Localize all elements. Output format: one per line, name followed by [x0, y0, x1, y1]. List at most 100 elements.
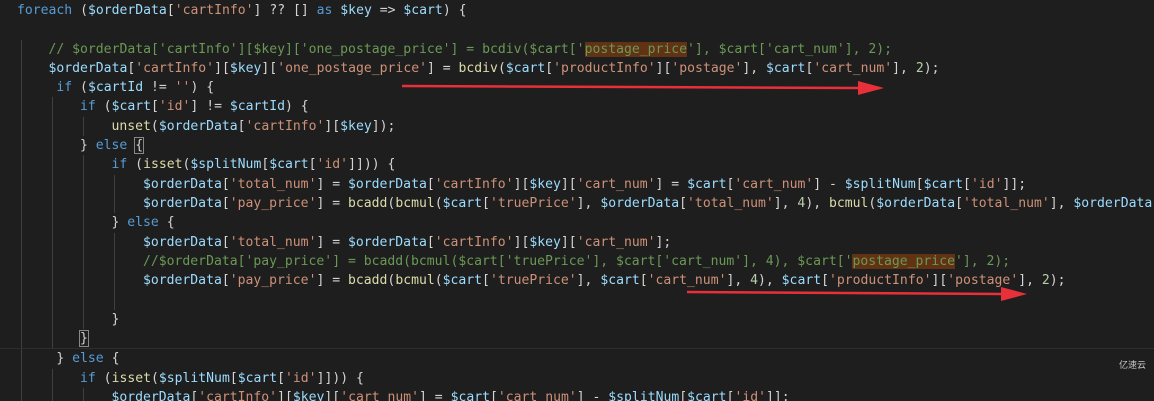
code-token: ] =: [426, 60, 459, 76]
code-token: as: [316, 3, 333, 18]
code-token: ]];: [1002, 176, 1027, 192]
code-token: (: [72, 3, 88, 18]
code-token: $splitNum: [190, 157, 262, 173]
code-token: }: [80, 138, 96, 154]
indent-guide: [83, 213, 84, 233]
indent-guide: [114, 290, 115, 310]
code-token: $splitNum: [608, 389, 680, 401]
code-token: {: [103, 351, 120, 367]
code-line[interactable]: [0, 290, 1154, 310]
code-token: }: [111, 311, 120, 327]
code-token: postage_price: [852, 253, 955, 269]
code-line[interactable]: $orderData['pay_price'] = bcadd(bcmul($c…: [0, 193, 1154, 214]
code-token: 'id': [734, 389, 766, 401]
code-token: [: [426, 176, 435, 192]
code-line[interactable]: } else {: [0, 349, 1154, 369]
indent-guide: [21, 271, 22, 291]
code-line[interactable]: $orderData['pay_price'] = bcadd(bcmul($c…: [0, 271, 1154, 291]
indent-guide: [114, 193, 115, 214]
code-token: 2: [915, 60, 924, 76]
code-token: ][: [655, 60, 672, 76]
code-token: [: [221, 234, 230, 250]
code-token: foreach: [17, 3, 73, 18]
code-token: [: [237, 118, 246, 134]
code-token: [: [221, 176, 230, 192]
code-text: if (isset($splitNum[$cart['id']])) {: [80, 371, 364, 386]
code-token: 'postage': [947, 273, 1019, 289]
code-token: unset: [111, 118, 151, 134]
code-token: ] =: [316, 195, 348, 211]
code-token: ][: [324, 389, 341, 401]
code-token: ][: [261, 60, 278, 76]
code-token: [: [545, 60, 554, 76]
code-line[interactable]: if (isset($splitNum[$cart['id']])) {: [0, 155, 1154, 175]
code-line[interactable]: //$orderData['pay_price'] = bcadd(bcmul(…: [0, 251, 1154, 272]
code-token: ][: [513, 234, 530, 250]
code-text: unset($orderData['cartInfo'][$key]);: [112, 119, 396, 134]
code-token: $key: [292, 389, 325, 401]
indent-guide: [21, 368, 22, 388]
code-token: $splitNum: [844, 176, 916, 192]
code-token: $cartId: [229, 99, 286, 115]
code-line[interactable]: unset($orderData['cartInfo'][$key]);: [0, 116, 1154, 137]
indent-guide: [52, 97, 53, 117]
code-text: } else {: [80, 137, 145, 155]
code-token: ] =: [316, 176, 348, 192]
indent-guide: [21, 387, 22, 401]
code-token: $key: [529, 234, 561, 250]
code-line[interactable]: if (isset($splitNum[$cart['id']])) {: [0, 368, 1154, 388]
code-token: [: [963, 176, 971, 192]
code-line[interactable]: $orderData['total_num'] = $orderData['ca…: [0, 232, 1154, 252]
code-line[interactable]: }: [0, 329, 1154, 350]
indent-guide: [114, 271, 115, 291]
code-line[interactable]: } else {: [0, 136, 1154, 156]
code-token: bcmul: [395, 273, 435, 289]
code-text: if (isset($splitNum[$cart['id']])) {: [112, 157, 396, 172]
code-token: $orderData: [348, 176, 427, 192]
code-token: 'cart_num': [340, 389, 420, 401]
code-line[interactable]: } else {: [0, 213, 1154, 233]
code-token: 'cartInfo': [434, 234, 514, 250]
code-token: );: [1049, 273, 1066, 289]
code-token: bcadd: [348, 195, 388, 211]
code-token: ],: [1049, 195, 1074, 211]
code-token: 'total_num': [963, 195, 1050, 211]
code-token: 2: [1041, 273, 1050, 289]
code-token: 'total_num': [229, 234, 317, 250]
code-token: '': [174, 80, 191, 96]
code-line[interactable]: $orderData['cartInfo'][$key]['one_postag…: [0, 58, 1154, 79]
code-line[interactable]: $orderData['total_num'] = $orderData['ca…: [0, 174, 1154, 194]
indent-guide: [21, 349, 22, 369]
code-token: =>: [371, 3, 404, 18]
indent-guide: [52, 329, 53, 349]
code-line[interactable]: if ($cart['id'] != $cartId) {: [0, 97, 1154, 117]
indent-guide: [52, 271, 53, 291]
code-line[interactable]: if ($cartId != '') {: [0, 78, 1154, 98]
indent-guide: [21, 251, 22, 272]
code-token: if: [80, 99, 96, 115]
code-text: }: [112, 312, 120, 327]
code-token: ]])) {: [348, 157, 396, 173]
code-token: 'total_num': [229, 176, 317, 192]
code-line[interactable]: $orderData['cartInfo'][$key]['cart_num']…: [0, 387, 1154, 401]
indent-guide: [83, 116, 84, 137]
code-token: 'cart_num': [647, 273, 727, 289]
code-token: $orderData: [48, 60, 128, 76]
code-token: // $orderData['cartInfo'][$key]['one_pos…: [48, 41, 585, 57]
indent-guide: [52, 368, 53, 388]
code-lines[interactable]: foreach ($orderData['cartInfo'] ?? [] as…: [0, 1, 1154, 401]
code-line[interactable]: }: [0, 309, 1154, 330]
code-token: 'id': [316, 157, 349, 173]
code-line[interactable]: foreach ($orderData['cartInfo'] ?? [] as…: [0, 1, 1154, 20]
code-token: ] -: [813, 176, 845, 192]
code-line[interactable]: [0, 20, 1154, 39]
code-token: ]])) {: [316, 370, 364, 386]
code-editor[interactable]: foreach ($orderData['cartInfo'] ?? [] as…: [0, 0, 1154, 401]
indent-guide: [21, 155, 22, 175]
code-token: 'productInfo': [553, 60, 656, 76]
indent-guide: [21, 136, 22, 156]
code-token: ],: [1018, 273, 1042, 289]
indent-guide: [83, 271, 84, 291]
code-text: $orderData['pay_price'] = bcadd(bcmul($c…: [143, 273, 1066, 288]
code-line[interactable]: // $orderData['cartInfo'][$key]['one_pos…: [0, 39, 1154, 59]
